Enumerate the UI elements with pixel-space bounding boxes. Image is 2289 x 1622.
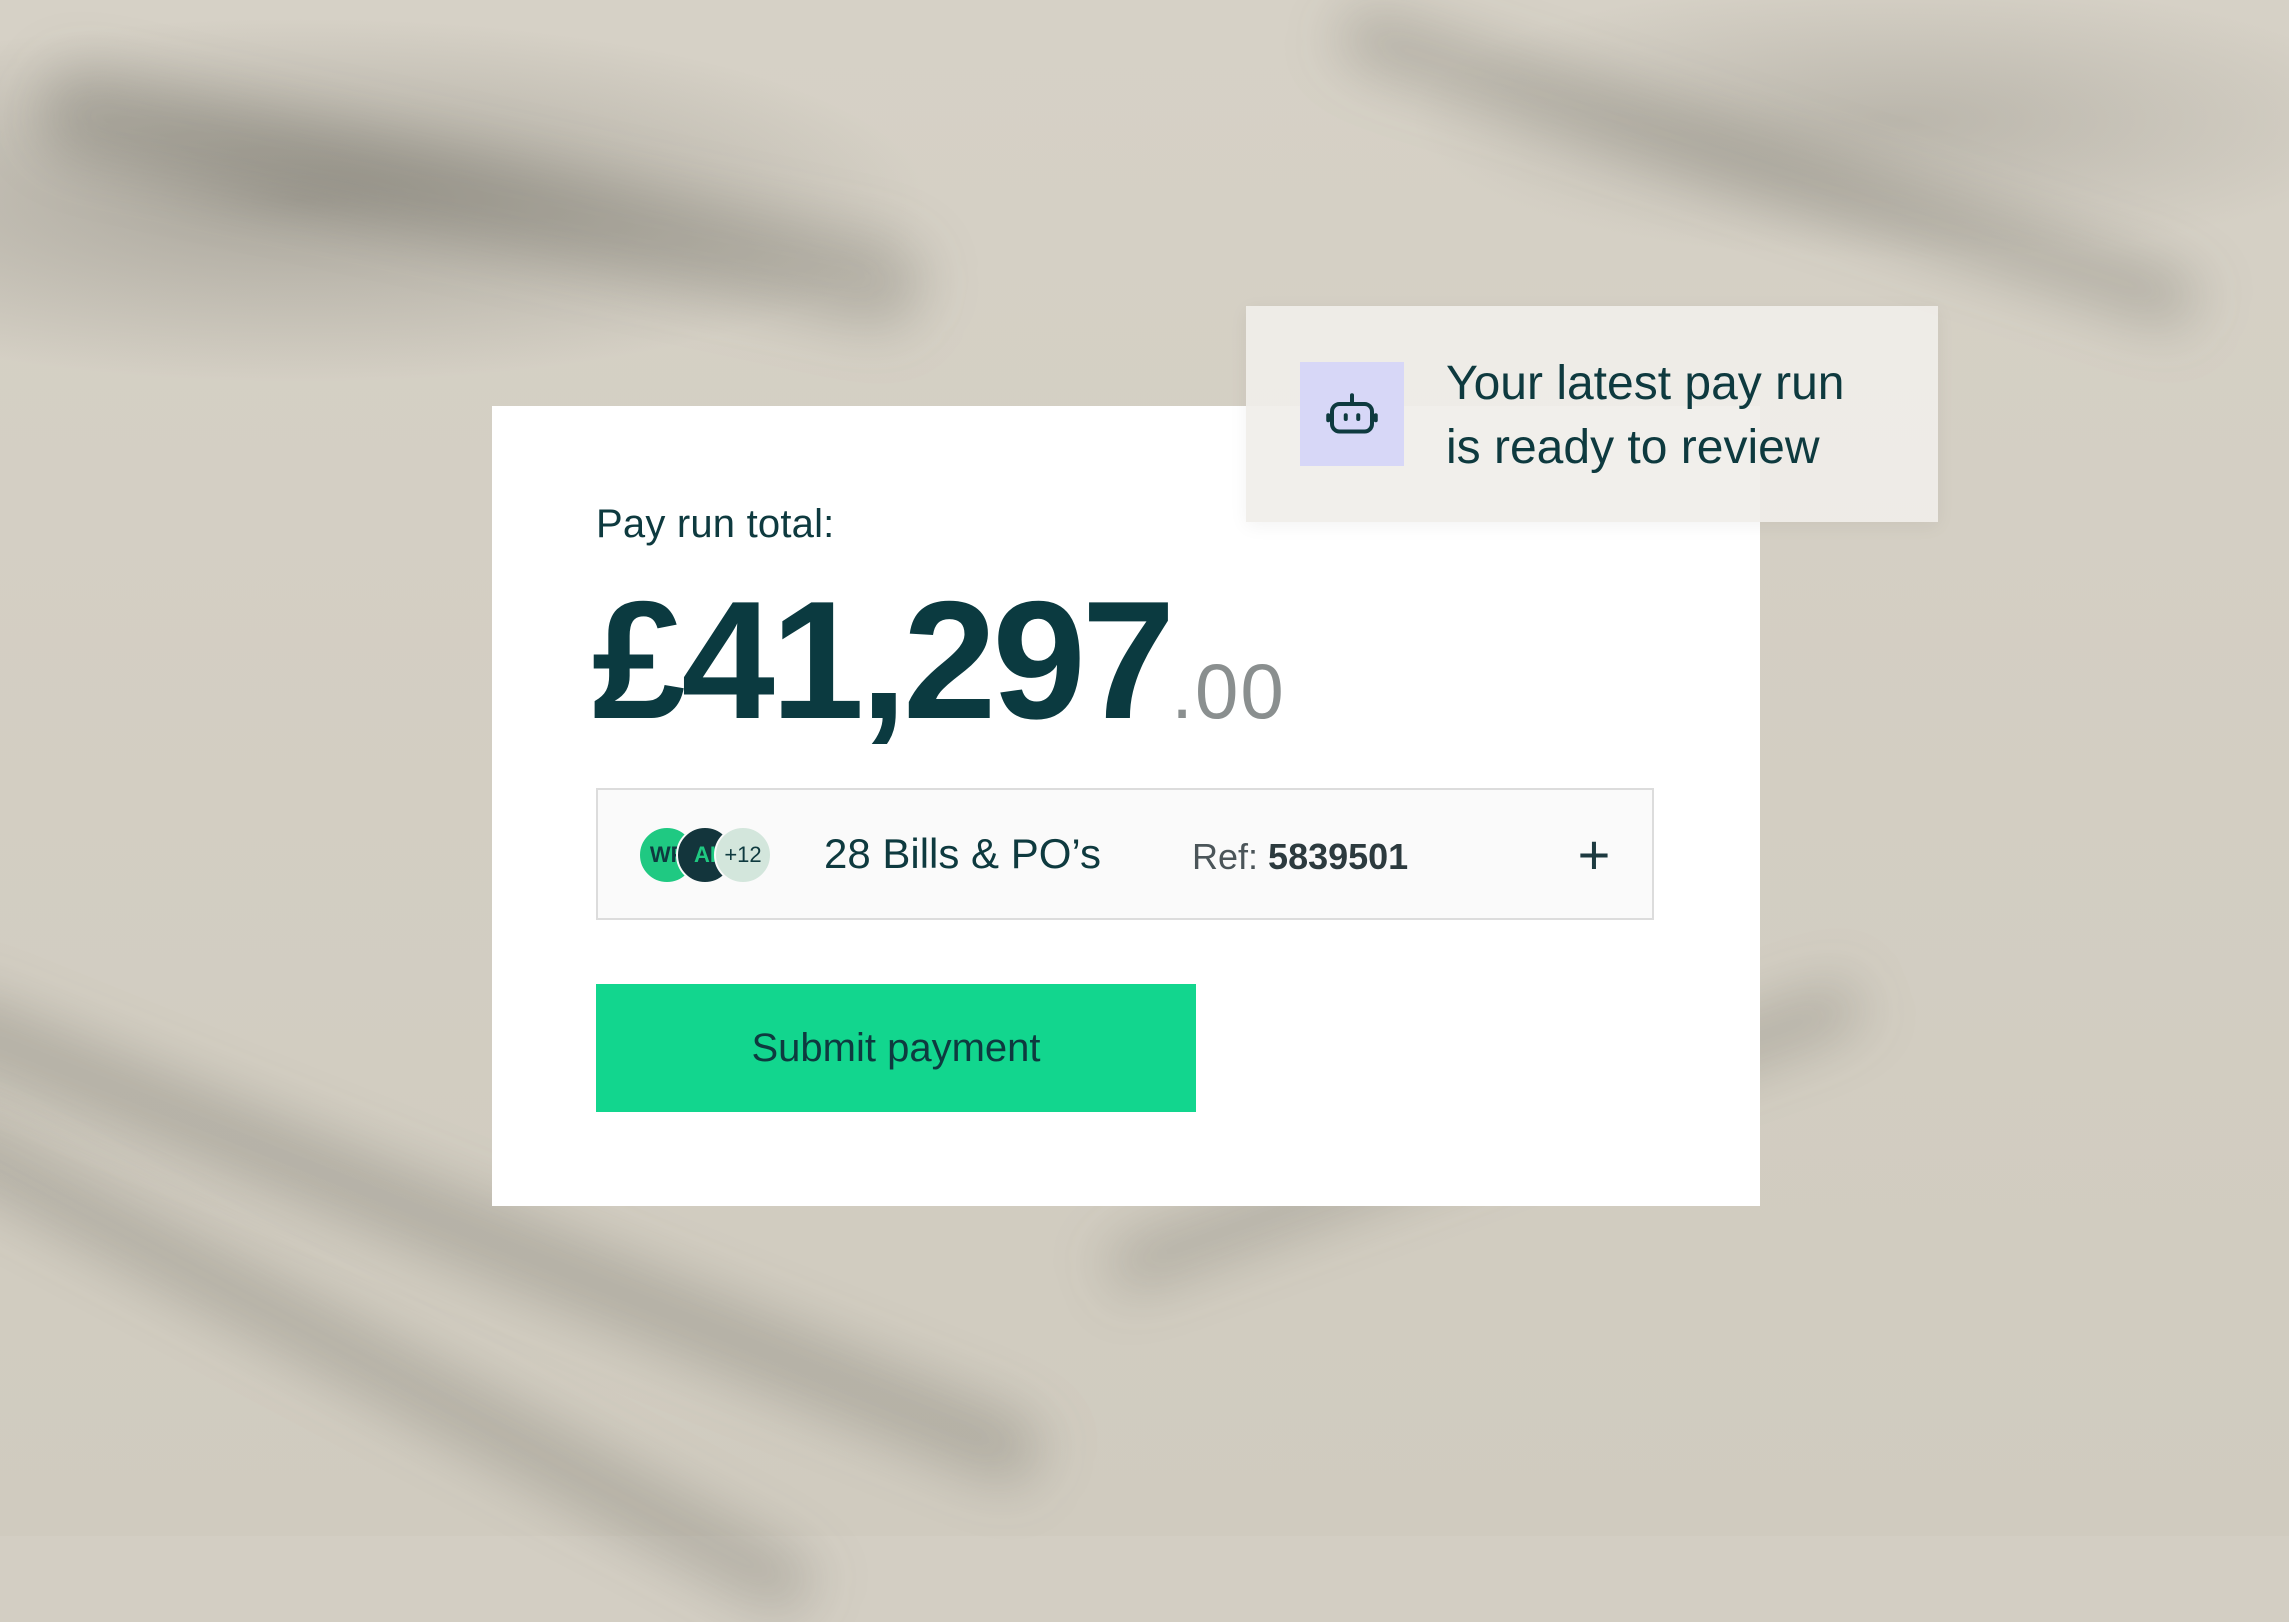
- avatar-more-count: +12: [714, 826, 772, 884]
- pay-run-amount: £41,297.00: [592, 576, 1286, 744]
- notification-text: Your latest pay run is ready to review: [1446, 352, 1906, 480]
- notification-line-1: Your latest pay run: [1446, 357, 1845, 410]
- amount-cents: .00: [1171, 647, 1286, 735]
- robot-icon: [1300, 362, 1404, 466]
- bills-count: 28 Bills & PO’s: [824, 830, 1101, 877]
- pay-run-notification[interactable]: Your latest pay run is ready to review: [1246, 306, 1938, 522]
- ref-label: Ref:: [1192, 836, 1259, 877]
- notification-line-2: is ready to review: [1446, 421, 1820, 474]
- bills-summary-row[interactable]: WF AI +12 28 Bills & PO’s Ref: 5839501 +: [596, 788, 1654, 920]
- pay-run-total-label: Pay run total:: [596, 502, 835, 546]
- amount-main: £41,297: [592, 566, 1175, 754]
- pay-run-card: Pay run total: £41,297.00 WF AI +12 28 B…: [492, 406, 1760, 1206]
- expand-plus-icon[interactable]: +: [1564, 823, 1624, 886]
- reference: Ref: 5839501: [1192, 836, 1408, 878]
- submit-payment-button[interactable]: Submit payment: [596, 984, 1196, 1112]
- ref-value: 5839501: [1268, 836, 1409, 877]
